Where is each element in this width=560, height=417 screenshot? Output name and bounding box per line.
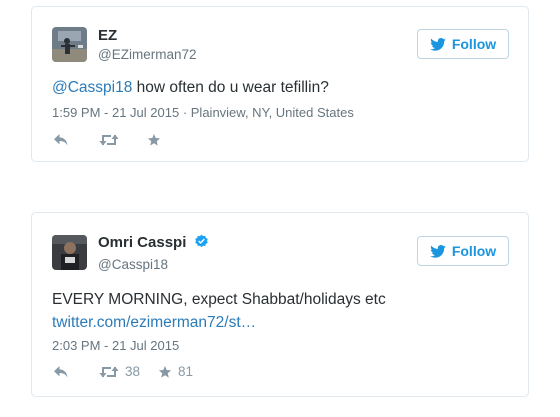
author-handle[interactable]: @Casspi18	[98, 257, 168, 272]
tweet-card-omri: Omri Casspi @Casspi18 Follow EVERY MORNI…	[31, 212, 529, 397]
mention-link[interactable]: @Casspi18	[52, 79, 132, 96]
follow-label: Follow	[451, 36, 497, 52]
meta-separator: ·	[179, 105, 191, 120]
twitter-bird-icon	[430, 37, 446, 51]
retweet-button[interactable]: 38	[99, 364, 140, 379]
retweet-icon	[99, 366, 119, 377]
tweet-meta: 2:03 PM - 21 Jul 2015	[52, 338, 179, 353]
follow-label: Follow	[451, 243, 497, 259]
avatar-photo-ez	[52, 27, 87, 62]
favorite-star-icon	[158, 365, 172, 378]
tweet-body: how often do u wear tefillin?	[132, 79, 329, 96]
retweet-button[interactable]	[99, 133, 125, 147]
avatar-omri[interactable]	[52, 235, 87, 270]
twitter-bird-icon	[430, 244, 446, 258]
location-link[interactable]: Plainview, NY, United States	[191, 105, 354, 120]
tweet-meta: 1:59 PM - 21 Jul 2015 · Plainview, NY, U…	[52, 105, 354, 120]
avatar-ez[interactable]	[52, 27, 87, 62]
author-name[interactable]: EZ	[98, 27, 117, 44]
tweet-card-ez: EZ @EZimerman72 Follow @Casspi18 how oft…	[31, 6, 529, 162]
verified-badge-icon	[194, 234, 208, 248]
tweet-body: EVERY MORNING, expect Shabbat/holidays e…	[52, 291, 386, 308]
favorite-star-icon	[147, 133, 161, 146]
timestamp-link[interactable]: 2:03 PM - 21 Jul 2015	[52, 338, 179, 353]
reply-icon	[54, 134, 68, 146]
tweet-link[interactable]: twitter.com/ezimerman72/st…	[52, 312, 386, 333]
avatar-photo-omri	[52, 235, 87, 270]
favorite-button[interactable]: 81	[158, 364, 193, 379]
follow-button[interactable]: Follow	[417, 236, 509, 266]
author-name: Omri Casspi	[98, 234, 209, 251]
follow-button[interactable]: Follow	[417, 29, 509, 59]
tweet-text: EVERY MORNING, expect Shabbat/holidays e…	[52, 289, 386, 333]
favorite-button[interactable]	[147, 133, 167, 147]
tweet-text: @Casspi18 how often do u wear tefillin?	[52, 77, 329, 98]
reply-button[interactable]	[53, 365, 69, 379]
author-handle[interactable]: @EZimerman72	[98, 47, 196, 62]
retweet-icon	[99, 134, 119, 146]
reply-icon	[54, 365, 68, 377]
retweet-count: 38	[125, 364, 141, 379]
favorite-count: 81	[178, 364, 194, 379]
author-name-text[interactable]: Omri Casspi	[98, 234, 186, 251]
reply-button[interactable]	[53, 133, 69, 147]
tweet-actions: 38 81	[53, 364, 193, 379]
tweet-actions	[53, 133, 167, 147]
timestamp-link[interactable]: 1:59 PM - 21 Jul 2015	[52, 105, 179, 120]
